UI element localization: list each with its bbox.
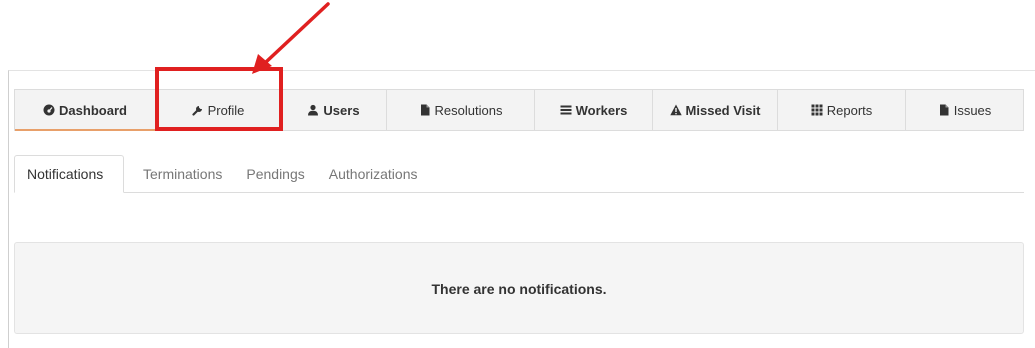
file-icon xyxy=(419,104,431,116)
nav-item-issues[interactable]: Issues xyxy=(906,90,1023,130)
nav-item-workers[interactable]: Workers xyxy=(535,90,653,130)
nav-item-label: Profile xyxy=(207,102,245,118)
main-nav: Dashboard Profile Users Resolutions Work… xyxy=(14,89,1024,131)
tab-label: Authorizations xyxy=(328,166,418,182)
list-icon xyxy=(560,104,572,116)
nav-item-users[interactable]: Users xyxy=(281,90,387,130)
nav-item-reports[interactable]: Reports xyxy=(778,90,906,130)
nav-item-resolutions[interactable]: Resolutions xyxy=(387,90,535,130)
nav-item-label: Missed Visit xyxy=(685,102,761,118)
nav-item-label: Issues xyxy=(953,102,992,118)
nav-item-label: Resolutions xyxy=(434,102,503,118)
tab-authorizations[interactable]: Authorizations xyxy=(317,155,430,193)
nav-item-missed-visit[interactable]: Missed Visit xyxy=(653,90,778,130)
dashboard-icon xyxy=(43,104,55,116)
nav-item-label: Reports xyxy=(826,102,873,118)
warning-icon xyxy=(669,104,682,116)
user-icon xyxy=(307,104,319,116)
file-icon xyxy=(938,104,950,116)
grid-icon xyxy=(811,104,823,116)
tab-terminations[interactable]: Terminations xyxy=(124,155,234,193)
nav-item-dashboard[interactable]: Dashboard xyxy=(15,90,156,131)
tab-notifications[interactable]: Notifications xyxy=(14,155,124,193)
notifications-panel: There are no notifications. xyxy=(14,242,1024,334)
sub-tabs: Notifications Terminations Pendings Auth… xyxy=(14,155,1024,193)
nav-item-label: Dashboard xyxy=(59,102,127,118)
nav-item-label: Workers xyxy=(575,102,628,118)
nav-item-label: Users xyxy=(323,102,360,118)
wrench-icon xyxy=(191,104,204,116)
nav-item-profile[interactable]: Profile xyxy=(156,90,281,130)
empty-message: There are no notifications. xyxy=(431,281,607,297)
tab-label: Notifications xyxy=(27,166,104,182)
tab-label: Terminations xyxy=(143,166,223,182)
tab-pendings[interactable]: Pendings xyxy=(234,155,316,193)
tab-label: Pendings xyxy=(246,166,305,182)
